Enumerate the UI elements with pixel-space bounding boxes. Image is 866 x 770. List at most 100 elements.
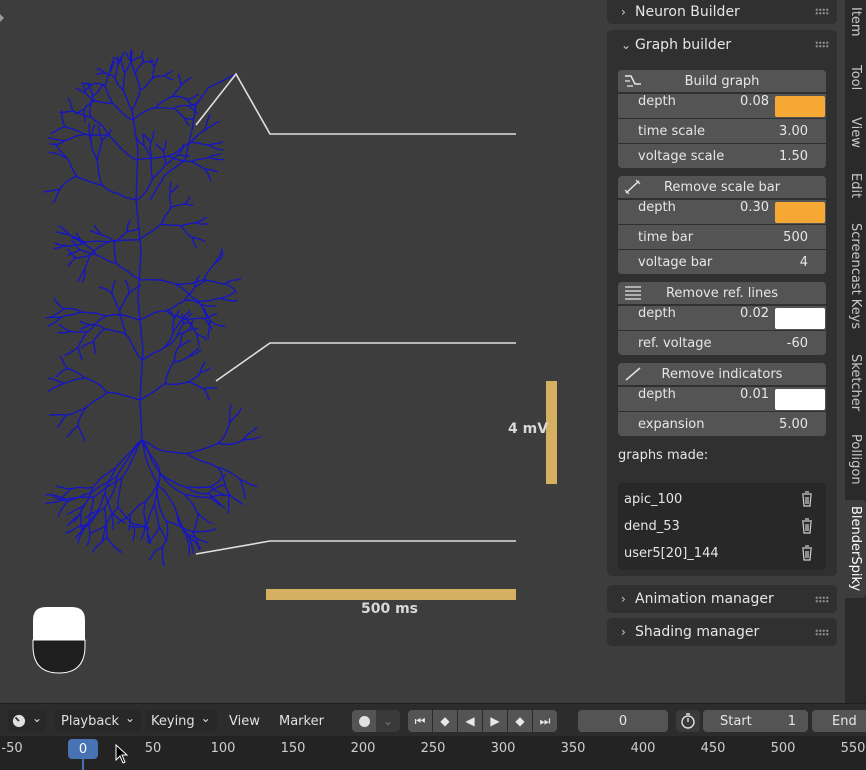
dendrite-segment (86, 522, 91, 546)
graph-builder-header[interactable]: ⌄ Graph builder (607, 32, 837, 58)
dendrite-segment (186, 93, 200, 100)
tab-sketcher[interactable]: Sketcher (845, 350, 866, 416)
drag-handle-icon[interactable] (815, 8, 829, 15)
field-value: -60 (786, 335, 808, 351)
dendrite-segment (139, 77, 154, 91)
trace-user5-144 (195, 540, 516, 555)
tab-item[interactable]: Item (845, 0, 866, 44)
dendrite-segment (67, 97, 74, 112)
dendrite-segment (106, 391, 141, 401)
dendrite-segment (142, 134, 145, 146)
graphs-list[interactable]: apic_100 dend_53 user5[20]_144 (618, 483, 826, 570)
list-item[interactable]: user5[20]_144 (624, 541, 820, 565)
dendrite-segment (90, 139, 98, 161)
dendrite-segment (189, 129, 206, 144)
tab-polligon[interactable]: Polligon (845, 430, 866, 488)
record-options-button[interactable]: ⌄ (376, 710, 400, 732)
dendrite-segment (204, 168, 219, 173)
trash-icon[interactable] (800, 491, 814, 507)
jump-end-button[interactable]: ⏭ (533, 710, 557, 732)
jump-start-button[interactable]: ⏮ (408, 710, 432, 732)
depth-color-swatch[interactable] (775, 96, 825, 117)
dendrite-segment (134, 72, 141, 91)
field-label: expansion (638, 416, 705, 432)
list-item[interactable]: apic_100 (624, 487, 820, 511)
neuron-builder-panel[interactable]: › Neuron Builder (607, 0, 837, 24)
shading-manager-panel[interactable]: › Shading manager (607, 618, 837, 646)
current-frame-field[interactable]: 0 (578, 710, 668, 732)
dendrite-segment (203, 262, 216, 281)
ref-voltage-field[interactable]: ref. voltage -60 (618, 331, 826, 355)
neuron-builder-header[interactable]: › Neuron Builder (607, 0, 837, 25)
field-label: depth (638, 94, 676, 109)
voltage-bar-field[interactable]: voltage bar 4 (618, 250, 826, 274)
animation-manager-header[interactable]: › Animation manager (607, 586, 837, 612)
dendrite-segment (203, 279, 226, 285)
indicators-depth-field[interactable]: depth 0.01 (618, 387, 826, 411)
voltage-traces (195, 72, 516, 555)
dendrite-segment (58, 324, 71, 333)
dendrite-segment (209, 496, 226, 509)
keying-menu[interactable]: Keying (145, 710, 217, 732)
play-button[interactable]: ▶ (483, 710, 507, 732)
next-keyframe-button[interactable]: ◆ (508, 710, 532, 732)
dendrite-segment (172, 317, 175, 332)
dendrite-segment (47, 137, 66, 142)
record-button[interactable] (352, 710, 376, 732)
dendrite-segment (111, 280, 116, 294)
time-bar-field[interactable]: time bar 500 (618, 225, 826, 249)
dendrite-segment (124, 60, 133, 74)
prev-keyframe-button[interactable]: ◆ (433, 710, 457, 732)
play-reverse-button[interactable]: ◀ (458, 710, 482, 732)
dendrite-segment (186, 535, 191, 557)
view-menu[interactable]: View (229, 710, 260, 732)
start-frame-field[interactable]: Start 1 (703, 710, 808, 732)
animation-manager-panel[interactable]: › Animation manager (607, 585, 837, 613)
dendrite-segment (84, 240, 109, 243)
dendrite-segment (165, 310, 188, 321)
ref-depth-field[interactable]: depth 0.02 (618, 306, 826, 330)
list-item[interactable]: dend_53 (624, 514, 820, 538)
graph-name: apic_100 (624, 491, 683, 507)
trash-icon[interactable] (800, 545, 814, 561)
expansion-field[interactable]: expansion 5.00 (618, 412, 826, 436)
build-graph-button[interactable]: Build graph (618, 70, 826, 92)
end-frame-field[interactable]: End (812, 710, 866, 732)
dendrite-segment (190, 157, 210, 163)
remove-indicators-button[interactable]: Remove indicators (618, 363, 826, 385)
tab-blenderspiky[interactable]: BlenderSpiky (845, 500, 866, 598)
editor-type-button[interactable] (8, 710, 46, 732)
drag-handle-icon[interactable] (815, 629, 829, 636)
remove-ref-lines-button[interactable]: Remove ref. lines (618, 282, 826, 304)
dendrite-segment (141, 346, 166, 361)
dendrite-segment (65, 156, 78, 178)
depth-color-swatch[interactable] (775, 202, 825, 223)
drag-handle-icon[interactable] (815, 596, 829, 603)
dendrite-segment (80, 341, 95, 349)
dendrite-segment (79, 512, 84, 533)
tab-tool[interactable]: Tool (845, 58, 866, 98)
marker-menu[interactable]: Marker (279, 710, 324, 732)
depth-color-swatch[interactable] (775, 389, 825, 410)
playback-menu[interactable]: Playback (55, 710, 142, 732)
trash-icon[interactable] (800, 518, 814, 534)
dendrite-segment (173, 107, 185, 119)
panel-title: Neuron Builder (635, 4, 740, 20)
depth-color-swatch[interactable] (775, 308, 825, 329)
build-depth-field[interactable]: depth 0.08 (618, 94, 826, 118)
timeline-ruler[interactable]: -50 50 100 150 200 250 300 350 400 450 5… (0, 736, 866, 770)
dendrite-segment (153, 503, 160, 528)
scale-depth-field[interactable]: depth 0.30 (618, 200, 826, 224)
current-frame-indicator[interactable]: 0 (68, 739, 98, 759)
tab-screencast-keys[interactable]: Screencast Keys (845, 218, 866, 334)
shading-manager-header[interactable]: › Shading manager (607, 619, 837, 645)
voltage-scale-field[interactable]: voltage scale 1.50 (618, 144, 826, 168)
dendrite-segment (202, 387, 218, 390)
tab-view[interactable]: View (845, 112, 866, 152)
drag-handle-icon[interactable] (815, 41, 829, 48)
tab-edit[interactable]: Edit (845, 168, 866, 204)
time-scale-field[interactable]: time scale 3.00 (618, 119, 826, 143)
button-label: Remove scale bar (663, 179, 781, 195)
remove-scale-bar-button[interactable]: Remove scale bar (618, 176, 826, 198)
preview-range-button[interactable] (676, 710, 700, 732)
